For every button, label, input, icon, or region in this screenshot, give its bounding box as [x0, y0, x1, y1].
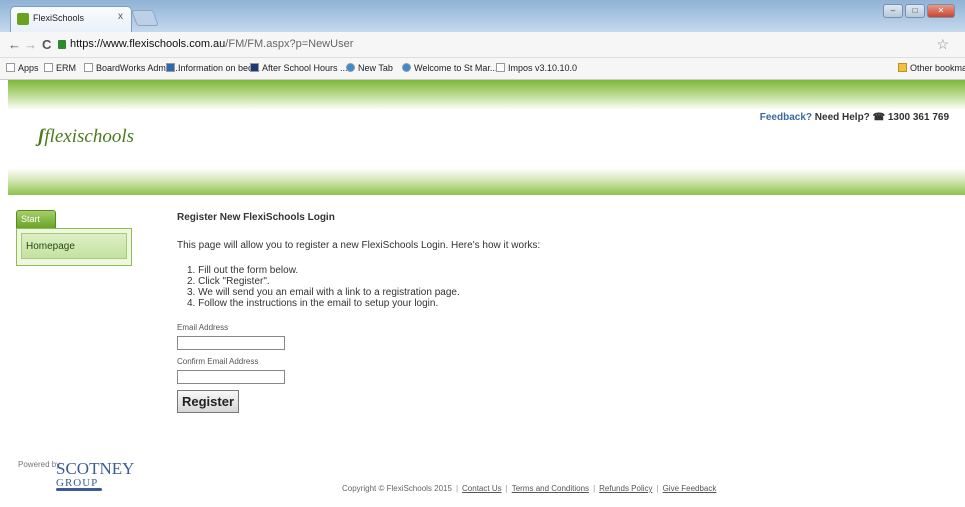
bookmark-item[interactable]: Information on bec...	[166, 63, 260, 73]
url-path: /FM/FM.aspx?p=NewUser	[225, 38, 354, 50]
refunds-policy-link[interactable]: Refunds Policy	[599, 484, 652, 493]
contact-us-link[interactable]: Contact Us	[462, 484, 502, 493]
logo-text: flexischools	[44, 126, 135, 147]
bookmarks-bar: Apps ERM BoardWorks Admin ... Informatio…	[0, 58, 965, 80]
sidebar-menu: Homepage	[16, 228, 132, 266]
address-bar: ← → C https://www.flexischools.com.au/FM…	[0, 32, 965, 58]
list-item: 1. Fill out the form below.	[187, 265, 299, 276]
site-icon	[402, 63, 411, 72]
page-title: Register New FlexiSchools Login	[177, 212, 335, 223]
new-tab-button[interactable]	[131, 10, 159, 26]
list-item: 2. Click "Register".	[187, 276, 270, 287]
register-button[interactable]: Register	[177, 390, 240, 413]
window-controls: – □ ✕	[883, 4, 955, 18]
tab-close-icon[interactable]: x	[118, 11, 123, 22]
flexischools-logo[interactable]: ʃflexischools	[38, 126, 134, 148]
folder-icon	[898, 63, 907, 72]
bookmark-label: Impos v3.10.10.0	[508, 63, 578, 73]
url-field[interactable]: https://www.flexischools.com.au/FM/FM.as…	[70, 38, 353, 50]
phone-icon: ☎	[872, 112, 886, 123]
site-icon	[250, 63, 259, 72]
lock-icon	[58, 40, 66, 49]
footer: Copyright © FlexiSchools 2015 | Contact Us…	[342, 484, 717, 493]
tab-start[interactable]: Start	[16, 210, 56, 228]
bookmark-star-icon[interactable]: ☆	[936, 36, 949, 53]
reload-icon[interactable]: C	[42, 37, 51, 52]
maximize-button[interactable]: □	[905, 4, 925, 18]
bookmark-label: Apps	[18, 63, 39, 73]
logo-underline	[56, 488, 102, 491]
browser-tab[interactable]: FlexiSchools x	[10, 6, 132, 32]
terms-link[interactable]: Terms and Conditions	[512, 484, 589, 493]
email-label: Email Address	[177, 323, 229, 332]
copyright-text: Copyright © FlexiSchools 2015	[342, 484, 452, 493]
bookmark-label: Information on bec...	[178, 63, 261, 73]
bookmark-item[interactable]: Apps	[6, 63, 39, 73]
minimize-button[interactable]: –	[883, 4, 903, 18]
site-icon	[166, 63, 175, 72]
bookmark-item[interactable]: Impos v3.10.10.0	[496, 63, 577, 73]
flexischools-favicon-icon	[17, 13, 29, 25]
site-header: ʃflexischools Feedback? Need Help? ☎ 130…	[8, 80, 965, 195]
forward-icon[interactable]: →	[24, 37, 37, 52]
list-item: 4. Follow the instructions in the email …	[187, 298, 439, 309]
close-window-button[interactable]: ✕	[927, 4, 955, 18]
main-content: Register New FlexiSchools Login This pag…	[177, 212, 737, 413]
confirm-email-field[interactable]	[177, 370, 285, 384]
scotney-text: SCOTNEY	[56, 459, 135, 478]
back-icon[interactable]: ←	[8, 37, 21, 52]
bookmark-label: After School Hours ...	[262, 63, 348, 73]
browser-titlebar: FlexiSchools x – □ ✕	[0, 0, 965, 32]
sidebar: Start Homepage	[16, 210, 132, 266]
email-field[interactable]	[177, 336, 285, 350]
tab-title: FlexiSchools	[33, 13, 85, 23]
intro-text: This page will allow you to register a n…	[177, 240, 541, 251]
page-icon	[496, 63, 505, 72]
phone-number: 1300 361 769	[887, 112, 949, 123]
need-help-label: Need Help?	[814, 112, 870, 123]
bookmark-label: ERM	[56, 63, 76, 73]
bookmark-label: New Tab	[358, 63, 393, 73]
site-icon	[346, 63, 355, 72]
page-icon	[44, 63, 53, 72]
confirm-email-label: Confirm Email Address	[177, 357, 259, 366]
page-icon	[84, 63, 93, 72]
bookmark-item[interactable]: New Tab	[346, 63, 393, 73]
bookmark-item[interactable]: Welcome to St Mar...	[402, 63, 497, 73]
give-feedback-link[interactable]: Give Feedback	[663, 484, 717, 493]
feedback-link[interactable]: Feedback?	[760, 112, 812, 123]
apps-grid-icon	[6, 63, 15, 72]
bookmark-item[interactable]: ERM	[44, 63, 76, 73]
powered-by-label: Powered by	[18, 460, 61, 469]
sidebar-item-homepage[interactable]: Homepage	[21, 233, 127, 259]
other-bookmarks-label: Other bookmar	[910, 63, 965, 73]
other-bookmarks[interactable]: Other bookmar	[898, 63, 965, 73]
bookmark-item[interactable]: After School Hours ...	[250, 63, 348, 73]
scotney-group-logo[interactable]: SCOTNEY GROUP	[56, 459, 135, 490]
list-item: 3. We will send you an email with a link…	[187, 287, 460, 298]
help-bar: Feedback? Need Help? ☎ 1300 361 769	[760, 112, 949, 123]
url-host: https://www.flexischools.com.au	[70, 38, 226, 50]
steps-list: 1. Fill out the form below. 2. Click "Re…	[187, 265, 737, 309]
bookmark-label: Welcome to St Mar...	[414, 63, 498, 73]
